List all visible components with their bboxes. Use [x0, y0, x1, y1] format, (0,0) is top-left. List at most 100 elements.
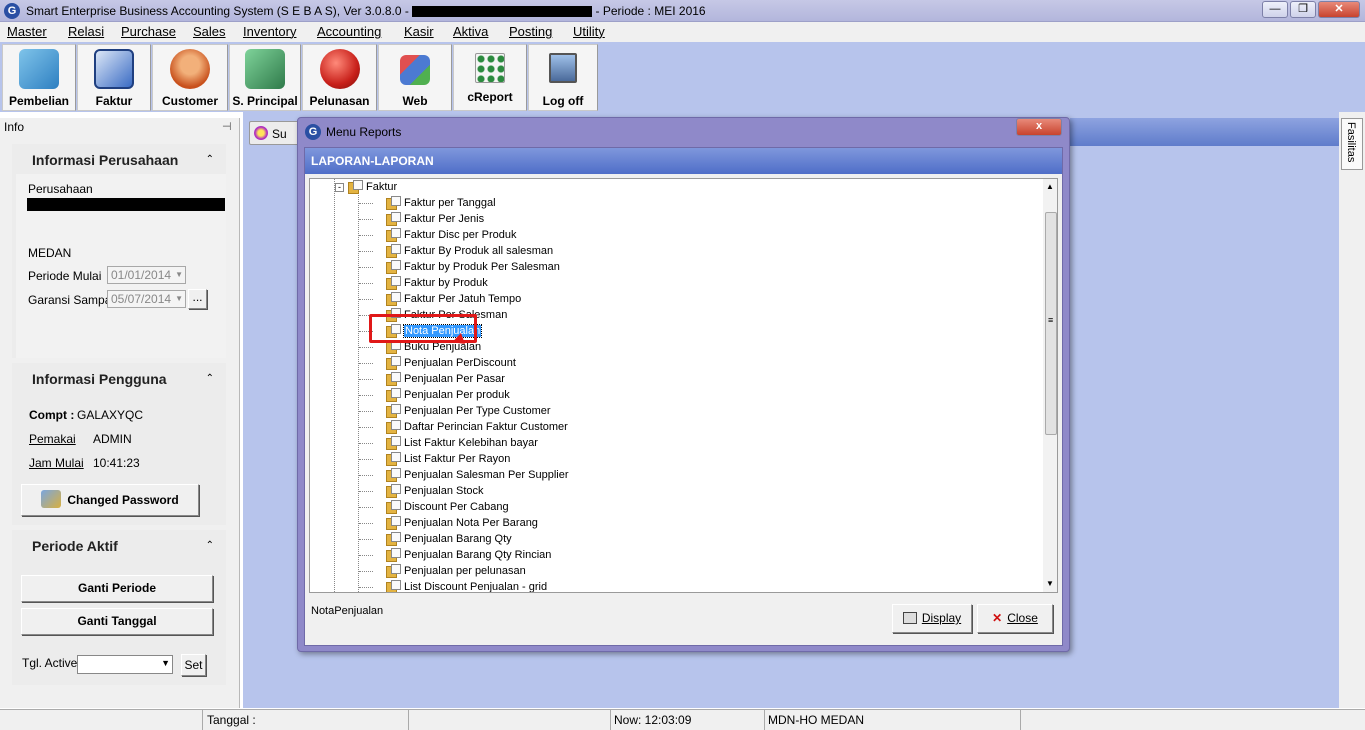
status-divider [408, 710, 409, 730]
menu-posting[interactable]: Posting [509, 24, 552, 39]
tree-item[interactable]: Penjualan Barang Qty Rincian [386, 547, 551, 563]
tree-item[interactable]: Penjualan Per produk [386, 387, 510, 403]
toolbar-label: Log off [542, 94, 584, 108]
collapse-caret-icon[interactable]: ⌃ [206, 154, 214, 165]
pin-icon[interactable]: ⊣ [222, 120, 232, 133]
toolbar-pelunasan-button[interactable]: Pelunasan [302, 44, 377, 111]
scroll-up-icon[interactable]: ▲ [1046, 182, 1054, 191]
toolbar-faktur-button[interactable]: Faktur [77, 44, 151, 111]
tree-item[interactable]: Faktur Disc per Produk [386, 227, 516, 243]
toolbar-logoff-button[interactable]: Log off [528, 44, 598, 111]
report-icon [386, 276, 401, 290]
tree-item-label: Faktur by Produk [404, 277, 488, 289]
tree-vertical-scrollbar[interactable]: ▲ ≡ ▼ [1043, 179, 1057, 592]
tree-item[interactable]: Penjualan PerDiscount [386, 355, 516, 371]
company-city: MEDAN [28, 246, 72, 260]
tree-item-label: Penjualan PerDiscount [404, 357, 516, 369]
tree-item[interactable]: List Discount Penjualan - grid [386, 579, 547, 592]
report-icon [386, 404, 401, 418]
tree-line [359, 283, 373, 284]
creport-icon [475, 53, 505, 83]
tree-item-label: Discount Per Cabang [404, 501, 509, 513]
toolbar-principal-button[interactable]: S. Principal [229, 44, 301, 111]
change-password-button[interactable]: Changed Password [21, 484, 199, 516]
tree-item[interactable]: Faktur Per Jenis [386, 211, 484, 227]
tree-line [359, 427, 373, 428]
menu-accounting[interactable]: Accounting [317, 24, 381, 39]
selected-report-code: NotaPenjualan [311, 605, 384, 617]
toolbar-label: Pelunasan [309, 94, 370, 108]
report-icon [386, 228, 401, 242]
tree-root-faktur[interactable]: Faktur [348, 179, 397, 195]
menu-bar: Master Relasi Purchase Sales Inventory A… [0, 22, 1365, 42]
report-icon [386, 356, 401, 370]
tgl-active-label: Tgl. Active [22, 656, 78, 670]
status-location: MDN-HO MEDAN [768, 713, 864, 727]
status-divider [610, 710, 611, 730]
tree-item[interactable]: List Faktur Per Rayon [386, 451, 510, 467]
menu-relasi[interactable]: Relasi [68, 24, 104, 39]
toolbar-pembelian-button[interactable]: Pembelian [2, 44, 76, 111]
menu-inventory[interactable]: Inventory [243, 24, 296, 39]
tree-item[interactable]: Penjualan Per Type Customer [386, 403, 551, 419]
tree-item[interactable]: Faktur Per Jatuh Tempo [386, 291, 521, 307]
computer-logoff-icon [549, 53, 577, 83]
report-icon [386, 468, 401, 482]
tree-item[interactable]: Discount Per Cabang [386, 499, 509, 515]
tree-line [334, 179, 335, 592]
tree-item[interactable]: Penjualan Stock [386, 483, 484, 499]
collapse-toggle-icon[interactable]: - [335, 183, 344, 192]
menu-utility[interactable]: Utility [573, 24, 605, 39]
background-tab-label: Su [272, 127, 287, 141]
display-label: Display [921, 611, 962, 625]
tree-item[interactable]: Penjualan Salesman Per Supplier [386, 467, 569, 483]
scroll-down-icon[interactable]: ▼ [1046, 579, 1054, 588]
menu-purchase[interactable]: Purchase [121, 24, 176, 39]
tree-item[interactable]: Faktur by Produk Per Salesman [386, 259, 560, 275]
dialog-close-x-button[interactable]: x [1016, 118, 1062, 136]
fasilitas-tab[interactable]: Fasilitas [1341, 118, 1363, 170]
redacted-block [412, 6, 593, 18]
ganti-tanggal-button[interactable]: Ganti Tanggal [21, 608, 213, 635]
tree-item-label: Penjualan per pelunasan [404, 565, 526, 577]
tree-item[interactable]: Penjualan Per Pasar [386, 371, 505, 387]
close-button[interactable]: ✕ Close [977, 604, 1053, 633]
toolbar-web-button[interactable]: Web [378, 44, 452, 111]
tree-item[interactable]: Faktur By Produk all salesman [386, 243, 553, 259]
report-tree: - Faktur Faktur per Tanggal Faktur Per Je… [309, 178, 1058, 593]
scroll-thumb[interactable]: ≡ [1045, 212, 1057, 435]
status-divider [202, 710, 203, 730]
tree-item-label: Penjualan Salesman Per Supplier [404, 469, 569, 481]
periode-mulai-label: Periode Mulai [28, 269, 102, 283]
tree-line [359, 267, 373, 268]
tree-item[interactable]: Faktur by Produk [386, 275, 488, 291]
periode-mulai-field[interactable]: 01/01/2014 ▼ [107, 266, 186, 284]
status-divider [764, 710, 765, 730]
display-button[interactable]: Display [892, 604, 972, 633]
tree-item[interactable]: Penjualan Nota Per Barang [386, 515, 538, 531]
browse-button[interactable]: ... [188, 289, 207, 309]
user-info-title: Informasi Pengguna [32, 371, 167, 387]
tgl-active-select[interactable]: ▼ [77, 655, 173, 674]
tree-item[interactable]: Penjualan per pelunasan [386, 563, 526, 579]
toolbar-customer-button[interactable]: Customer [152, 44, 228, 111]
tree-item[interactable]: Penjualan Barang Qty [386, 531, 512, 547]
ganti-periode-button[interactable]: Ganti Periode [21, 575, 213, 602]
tree-line [359, 475, 373, 476]
collapse-caret-icon[interactable]: ⌃ [206, 373, 214, 384]
minimize-button[interactable]: — [1262, 1, 1288, 18]
tree-item[interactable]: Faktur per Tanggal [386, 195, 496, 211]
menu-aktiva[interactable]: Aktiva [453, 24, 488, 39]
set-button[interactable]: Set [181, 654, 206, 676]
collapse-caret-icon[interactable]: ⌃ [206, 540, 214, 551]
toolbar-creport-button[interactable]: cReport [453, 44, 527, 111]
tree-item[interactable]: List Faktur Kelebihan bayar [386, 435, 538, 451]
tree-item[interactable]: Daftar Perincian Faktur Customer [386, 419, 568, 435]
menu-kasir[interactable]: Kasir [404, 24, 434, 39]
report-icon [386, 484, 401, 498]
menu-master[interactable]: Master [7, 24, 47, 39]
close-window-button[interactable]: ✕ [1318, 1, 1360, 18]
menu-sales[interactable]: Sales [193, 24, 226, 39]
garansi-field[interactable]: 05/07/2014 ▼ [107, 290, 186, 308]
maximize-button[interactable]: ❐ [1290, 1, 1316, 18]
